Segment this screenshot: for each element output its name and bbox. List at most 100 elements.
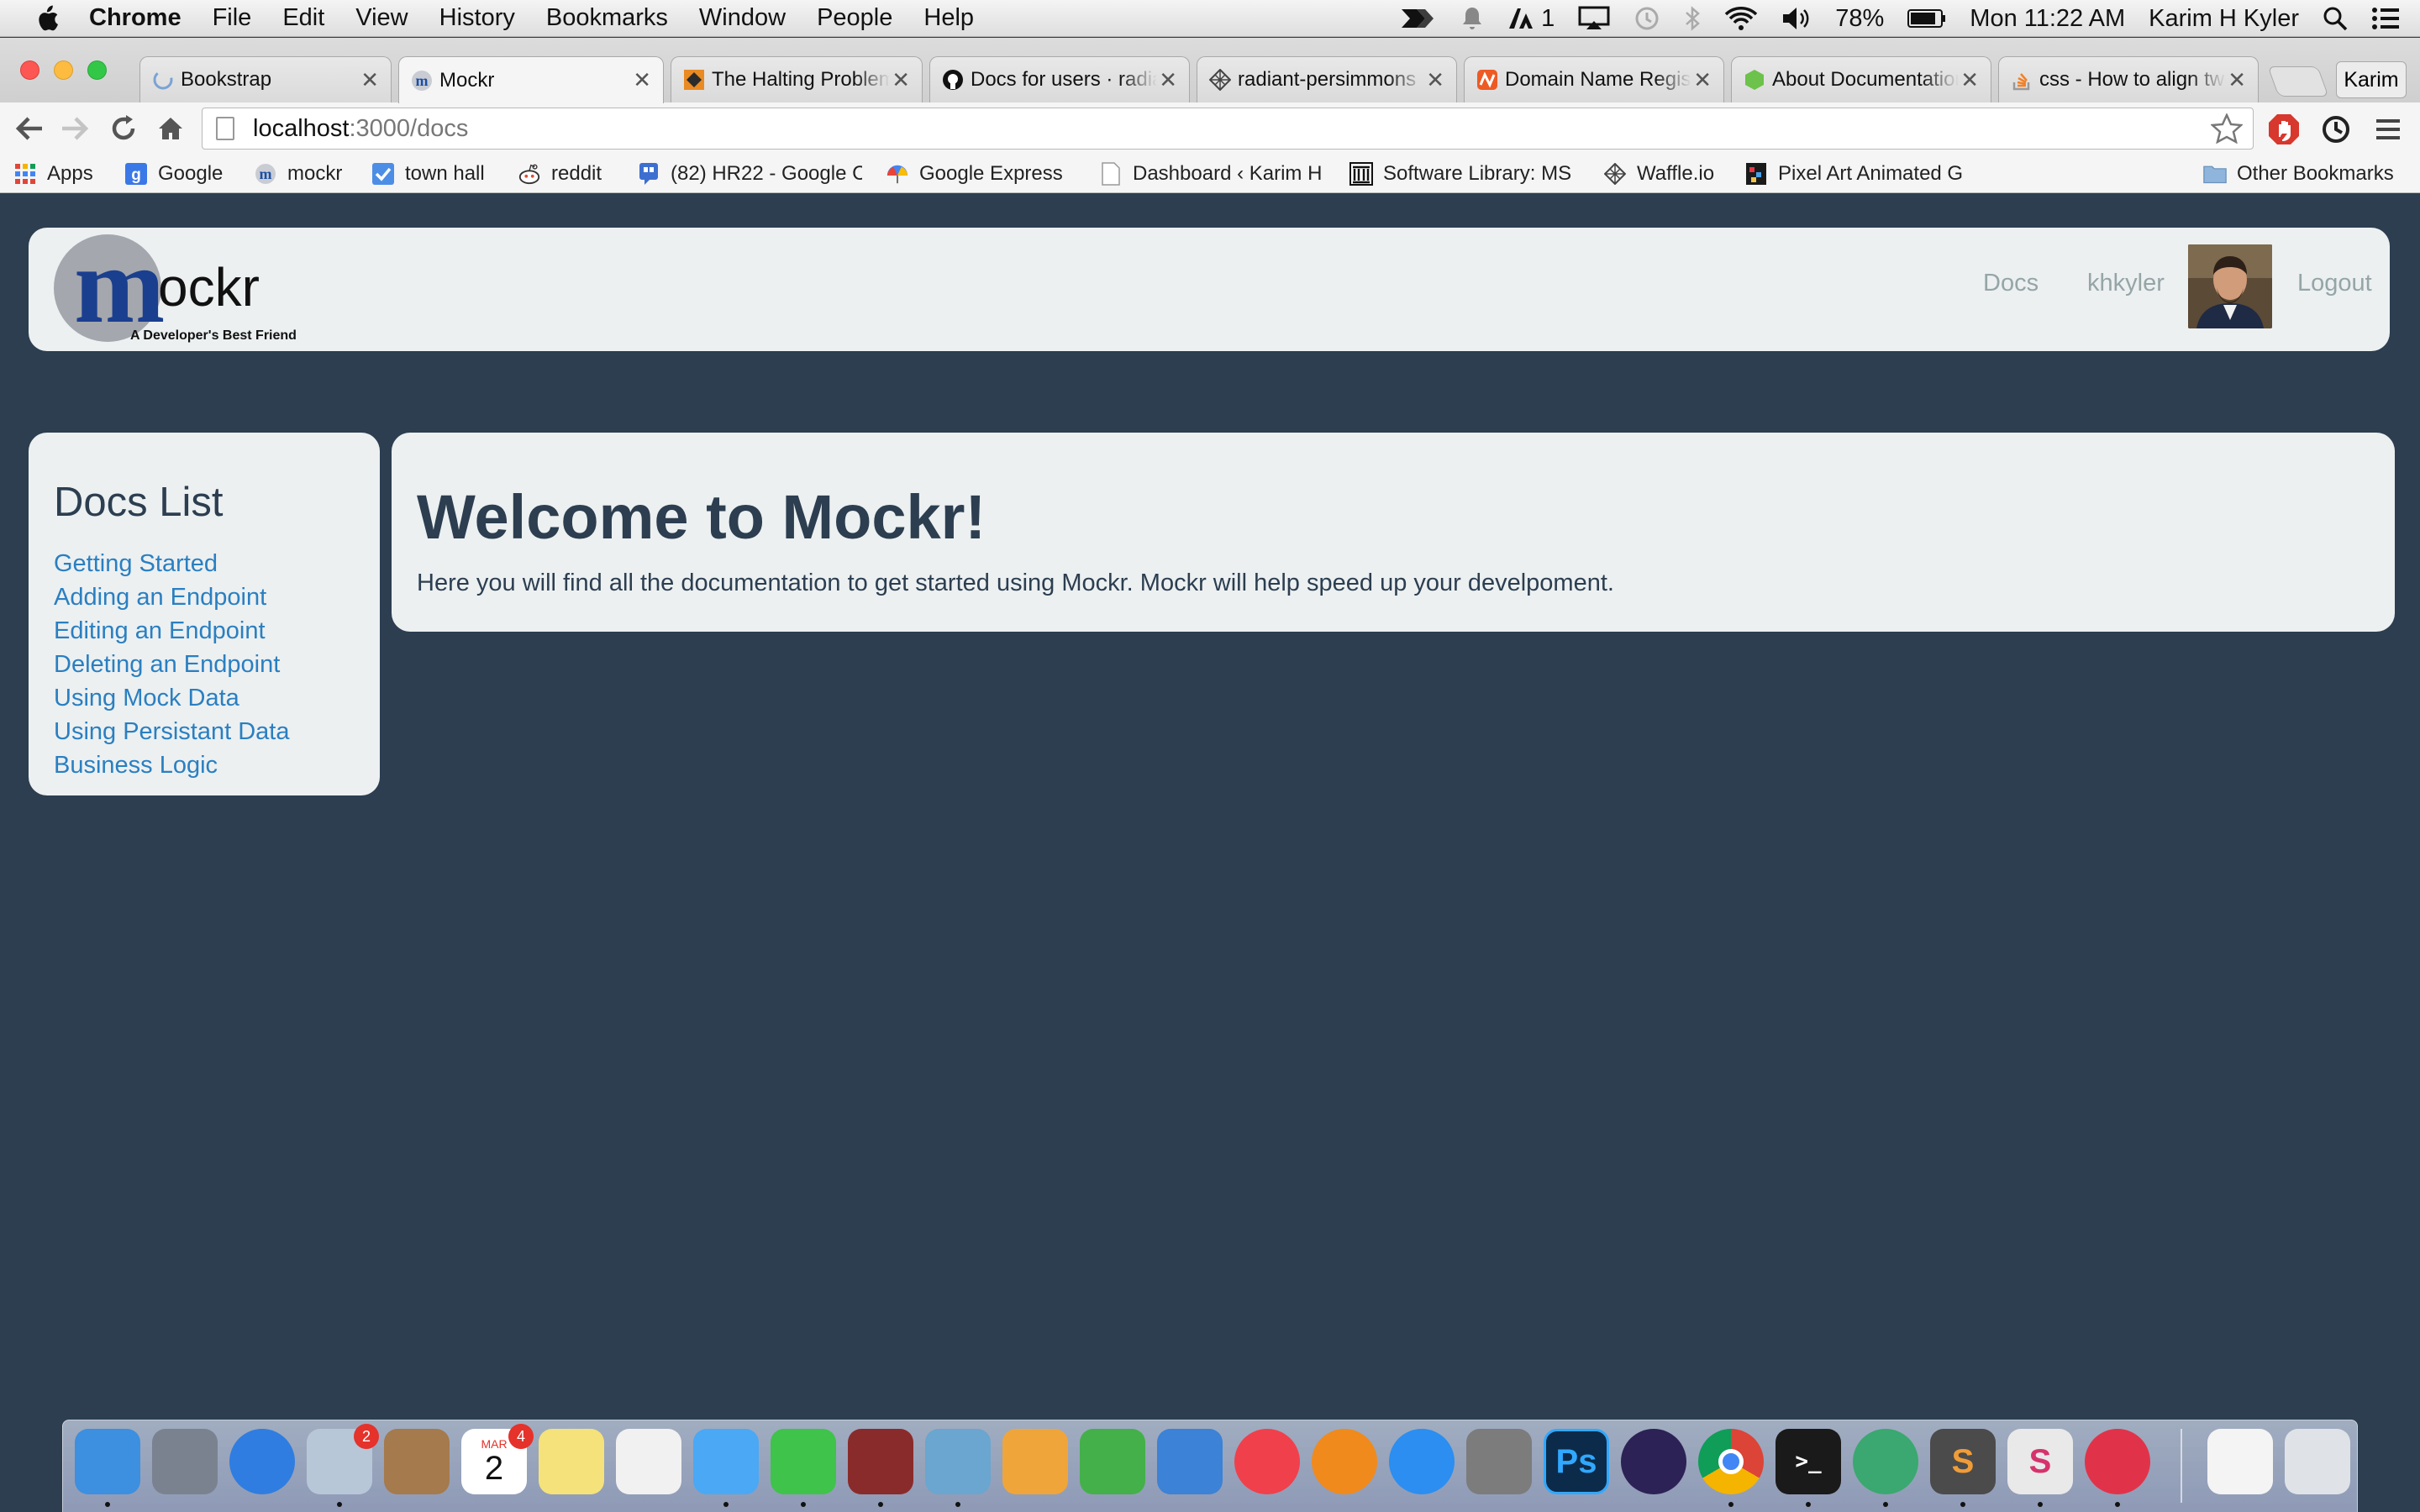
tab-about-documentation[interactable]: About Documentation ✕ [1731,56,1991,102]
docs-link-adding-endpoint[interactable]: Adding an Endpoint [54,580,289,614]
nav-logout-link[interactable]: Logout [2297,270,2372,297]
address-bar[interactable]: localhost:3000/docs [202,108,2254,150]
nav-username-link[interactable]: khkyler [2087,270,2165,297]
avatar[interactable] [2188,244,2272,328]
wifi-icon[interactable] [1724,6,1758,31]
tab-close-icon[interactable]: ✕ [1157,67,1177,93]
tab-close-icon[interactable]: ✕ [631,67,651,93]
bookmark-star-icon[interactable] [2209,112,2244,148]
contacts-icon[interactable] [384,1429,450,1494]
adobe-creative-cloud-icon[interactable]: 1 [1507,5,1555,33]
window-minimize-button[interactable] [54,60,73,80]
tab-close-icon[interactable]: ✕ [1959,67,1979,93]
itunes-icon[interactable] [1234,1429,1300,1494]
chrome-icon[interactable] [1698,1429,1764,1494]
bookmark-software-library[interactable]: Software Library: MS [1349,160,1581,187]
tab-close-icon[interactable]: ✕ [359,67,379,93]
menu-file[interactable]: File [213,4,252,32]
menu-people[interactable]: People [817,4,892,32]
window-zoom-button[interactable] [87,60,107,80]
gear-icon[interactable] [1466,1429,1532,1494]
menu-view[interactable]: View [355,4,408,32]
menu-clock[interactable]: Mon 11:22 AM [1970,5,2125,33]
volume-icon[interactable] [1781,6,1812,31]
notes-icon[interactable] [539,1429,604,1494]
bookmark-dashboard[interactable]: Dashboard ‹ Karim H [1099,160,1328,187]
profile-button[interactable]: Karim [2336,61,2407,98]
tab-css-how-to-align[interactable]: css - How to align two ✕ [1998,56,2259,102]
bookmark-reddit[interactable]: reddit [518,160,602,187]
back-button[interactable] [12,111,47,146]
numbers-icon[interactable] [1080,1429,1145,1494]
document-stack-icon[interactable] [2207,1429,2273,1494]
extension-sync-icon[interactable] [2319,113,2353,146]
notification-center-icon[interactable] [2371,7,2400,30]
window-close-button[interactable] [20,60,39,80]
mail-icon[interactable]: 2 [307,1424,379,1494]
address-url[interactable]: localhost:3000/docs [253,115,468,143]
menu-app-name[interactable]: Chrome [89,4,182,32]
photoshop-icon[interactable]: Ps [1544,1429,1609,1494]
photobooth-icon[interactable] [848,1429,913,1494]
tab-bookstrap[interactable]: Bookstrap ✕ [139,56,392,102]
docs-link-editing-endpoint[interactable]: Editing an Endpoint [54,614,289,648]
new-tab-button[interactable] [2267,66,2329,97]
menu-user-name[interactable]: Karim H Kyler [2149,5,2299,33]
tab-radiant-persimmons[interactable]: radiant-persimmons ✕ [1197,56,1457,102]
bluetooth-icon[interactable] [1684,5,1701,32]
tab-close-icon[interactable]: ✕ [1424,67,1444,93]
menu-window[interactable]: Window [699,4,786,32]
bookmark-waffle[interactable]: Waffle.io [1603,160,1714,187]
slack-icon[interactable]: S [2007,1429,2073,1494]
finder-icon[interactable] [75,1429,140,1494]
facetime-icon[interactable] [771,1429,836,1494]
tab-halting-problem[interactable]: The Halting Problem ✕ [671,56,923,102]
nav-docs-link[interactable]: Docs [1983,270,2039,297]
reminders-icon[interactable] [616,1429,681,1494]
adblock-extension-icon[interactable] [2267,113,2301,146]
bookmark-apps[interactable]: Apps [13,160,93,187]
terminal-icon[interactable]: >_ [1776,1429,1841,1494]
keynote-icon[interactable] [1157,1429,1223,1494]
bookmark-hr22[interactable]: (82) HR22 - Google C [637,160,862,187]
menu-bookmarks[interactable]: Bookmarks [546,4,668,32]
menu-help[interactable]: Help [923,4,974,32]
lips-icon[interactable] [2085,1429,2150,1494]
time-machine-icon[interactable] [1634,5,1660,32]
docs-link-deleting-endpoint[interactable]: Deleting an Endpoint [54,648,289,681]
bookmark-google-express[interactable]: Google Express [886,160,1063,187]
iphoto-icon[interactable] [925,1429,991,1494]
menu-history[interactable]: History [439,4,515,32]
messages-icon[interactable] [693,1429,759,1494]
tab-close-icon[interactable]: ✕ [2226,67,2246,93]
reload-button[interactable] [106,111,141,146]
docs-link-getting-started[interactable]: Getting Started [54,547,289,580]
dropzone-arrows-icon[interactable] [1400,8,1437,29]
home-button[interactable] [153,111,188,146]
forward-button[interactable] [57,111,92,146]
bookmark-town-hall[interactable]: town hall [371,160,485,187]
tab-mockr[interactable]: m Mockr ✕ [398,56,664,103]
airplay-icon[interactable] [1578,6,1610,31]
notification-bell-icon[interactable] [1460,6,1484,31]
pages-icon[interactable] [1002,1429,1068,1494]
sublime-icon[interactable]: S [1930,1429,1996,1494]
bookmark-google[interactable]: g Google [124,160,223,187]
atom-icon[interactable] [1853,1429,1918,1494]
docs-link-business-logic[interactable]: Business Logic [54,748,289,782]
tab-domain-name-registration[interactable]: Domain Name Registration ✕ [1464,56,1724,102]
docs-link-persistant-data[interactable]: Using Persistant Data [54,715,289,748]
compass-icon[interactable] [229,1429,295,1494]
bookmark-mockr[interactable]: m mockr [254,160,342,187]
appstore-icon[interactable] [1389,1429,1455,1494]
calendar-icon[interactable]: MAR 2 4 [461,1424,534,1494]
trash-icon[interactable] [2285,1429,2350,1494]
bookmark-other-bookmarks[interactable]: Other Bookmarks [2203,160,2394,187]
menu-edit[interactable]: Edit [282,4,324,32]
ibooks-icon[interactable] [1312,1429,1377,1494]
tab-close-icon[interactable]: ✕ [890,67,910,93]
rocket-icon[interactable] [152,1429,218,1494]
eclipse-icon[interactable] [1621,1429,1686,1494]
bookmark-pixel-art[interactable]: Pixel Art Animated G [1744,160,1973,187]
apple-menu-icon[interactable] [30,4,64,33]
